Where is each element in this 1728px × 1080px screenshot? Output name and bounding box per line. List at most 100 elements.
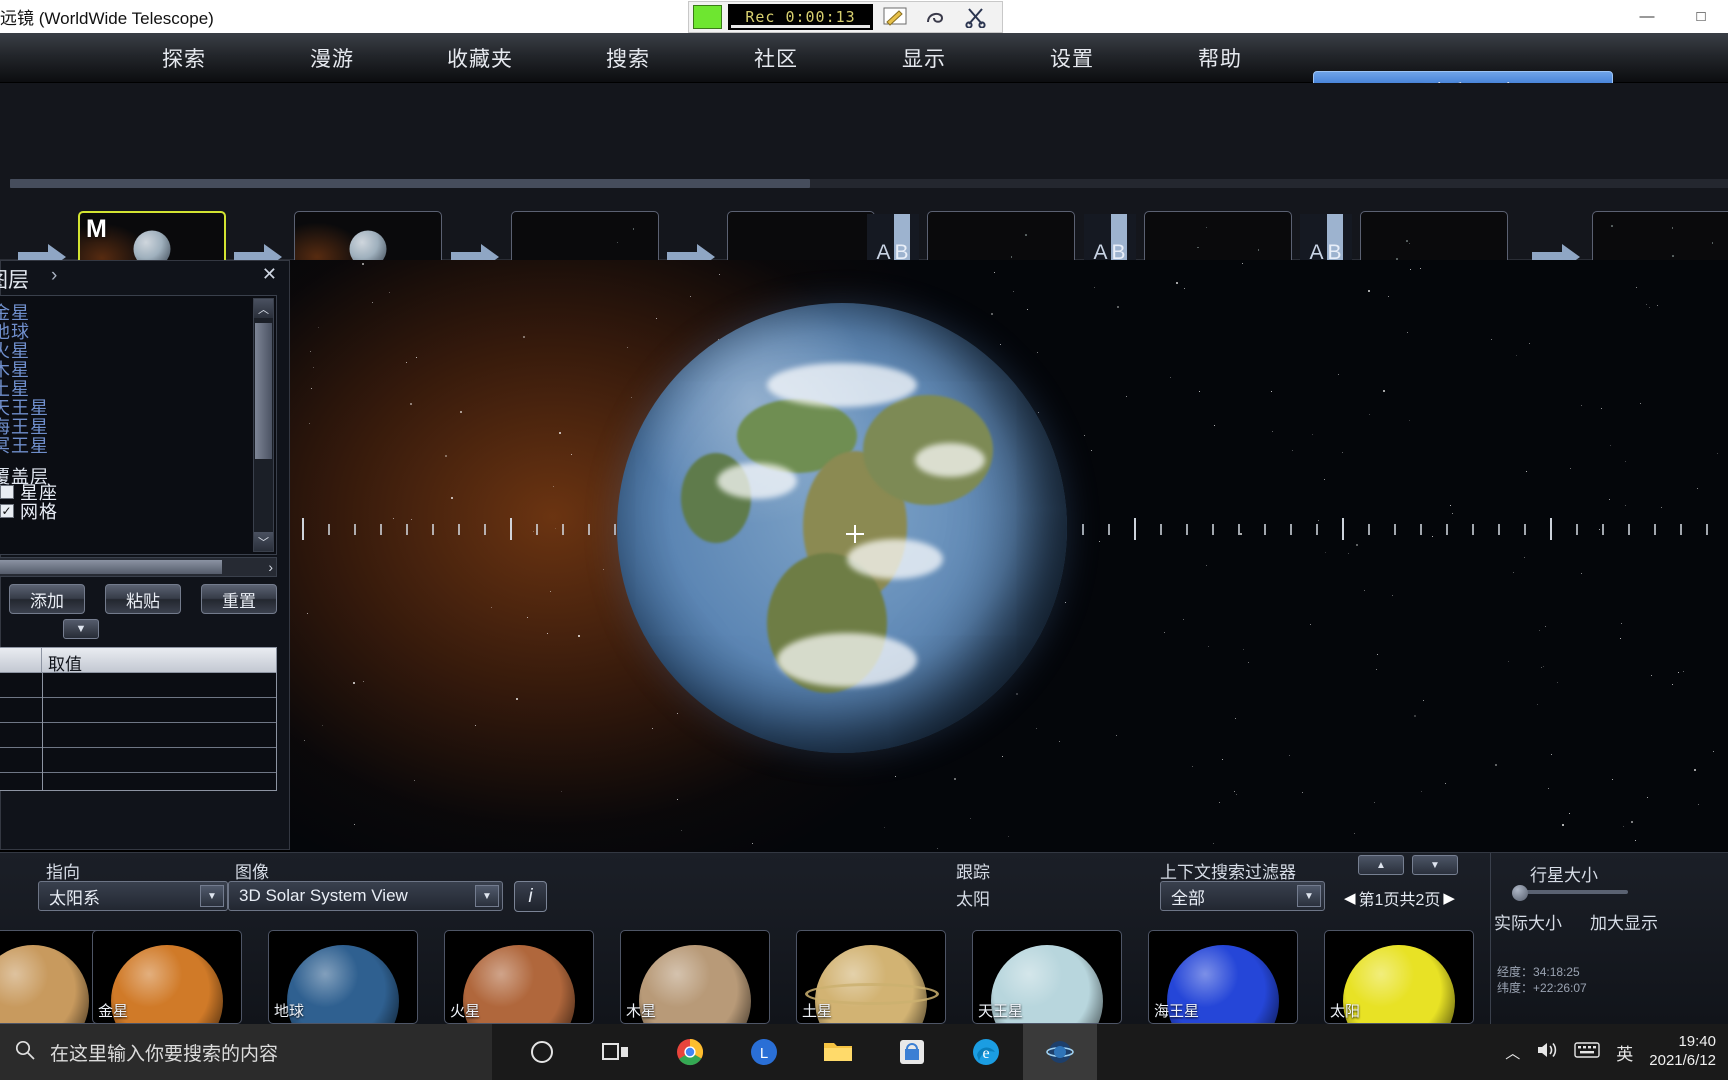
planet-body [0, 945, 89, 1024]
volume-icon[interactable] [1536, 1040, 1558, 1064]
scroll-up-icon[interactable]: ︿ [254, 299, 273, 318]
layer-tree-item[interactable]: 冥王星 [0, 432, 222, 451]
taskbar-search[interactable]: 在这里输入你要搜索的内容 [0, 1024, 492, 1080]
menu-explore[interactable]: 探索 [110, 33, 258, 83]
layer-tree-item[interactable]: 木星 [0, 356, 222, 375]
pointing-select[interactable]: 太阳系 ▼ [38, 881, 228, 911]
layer-tree-item[interactable]: 金星 [0, 299, 222, 318]
layers-dropdown-toggle[interactable]: ▼ [63, 619, 99, 639]
property-grid-divider [42, 673, 43, 790]
pager-prev-icon[interactable]: ◀ [1344, 889, 1356, 907]
image-select[interactable]: 3D Solar System View ▼ [228, 881, 503, 911]
context-filter-select[interactable]: 全部 ▼ [1160, 881, 1325, 911]
ime-indicator[interactable]: 英 [1616, 1040, 1633, 1065]
planet-thumbnail[interactable]: 海王星 [1148, 930, 1298, 1024]
checkbox-icon[interactable]: ✓ [0, 504, 14, 518]
minimize-button[interactable]: — [1620, 0, 1674, 33]
planet-size-slider-knob[interactable] [1512, 885, 1528, 901]
layer-tree-item[interactable]: 土星 [0, 375, 222, 394]
maximize-button[interactable]: □ [1674, 0, 1728, 33]
cortana-icon[interactable] [505, 1024, 579, 1080]
storyboard-scroll-thumb[interactable] [10, 179, 810, 188]
chrome-icon[interactable] [653, 1024, 727, 1080]
menu-favorites[interactable]: 收藏夹 [406, 33, 554, 83]
edge-icon[interactable]: e [949, 1024, 1023, 1080]
layers-tree-scroll-thumb[interactable] [255, 323, 272, 459]
taskbar-date: 2021/6/12 [1649, 1052, 1716, 1071]
planet-thumbnail[interactable]: 太阳 [1324, 930, 1474, 1024]
file-explorer-icon[interactable] [801, 1024, 875, 1080]
paste-button[interactable]: 粘贴 [105, 584, 181, 614]
scissors-icon[interactable] [959, 3, 993, 31]
undo-icon[interactable] [919, 3, 953, 31]
tray-chevron-up-icon[interactable]: ︿ [1505, 1042, 1520, 1063]
planet-thumbnail[interactable]: 火星 [444, 930, 594, 1024]
tracking-value: 太阳 [956, 885, 990, 910]
close-icon[interactable]: ✕ [262, 264, 277, 285]
layer-tree-item[interactable]: 火星 [0, 337, 222, 356]
scroll-right-icon[interactable]: › [268, 559, 273, 575]
chevron-right-icon[interactable]: › [51, 265, 57, 287]
pager[interactable]: ◀ 第1页共2页 ▶ [1344, 886, 1455, 910]
layer-checkbox-item[interactable]: ✓ 网格 [0, 501, 222, 520]
add-button[interactable]: 添加 [9, 584, 85, 614]
wwt-icon[interactable] [1023, 1024, 1097, 1080]
pager-next-icon[interactable]: ▶ [1443, 889, 1455, 907]
planet-thumbnail[interactable]: 地球 [268, 930, 418, 1024]
scroll-down-icon[interactable]: ﹀ [254, 532, 273, 551]
chevron-down-icon[interactable]: ▼ [475, 885, 499, 907]
property-grid-header: 取值 [0, 647, 277, 673]
planet-thumbnail[interactable]: 木星 [620, 930, 770, 1024]
planet-thumbnail[interactable]: 天王星 [972, 930, 1122, 1024]
layers-tree-hscroll-thumb[interactable] [0, 560, 222, 574]
storyboard-panel: M片头0:01.00:03.0月食10:06.0月食1停顿0:08.0AB月食2… [0, 83, 1728, 260]
earth-globe[interactable] [617, 303, 1067, 753]
pointing-value: 太阳系 [49, 884, 100, 909]
store-icon[interactable] [875, 1024, 949, 1080]
layer-tree-item[interactable]: 天王星 [0, 394, 222, 413]
lens-app-icon[interactable]: L [727, 1024, 801, 1080]
checkbox-icon[interactable] [0, 485, 14, 499]
scroll-down-button[interactable]: ▼ [1412, 855, 1458, 875]
recording-level-bar [731, 25, 870, 28]
planet-thumbnail[interactable]: 土星 [796, 930, 946, 1024]
info-icon[interactable]: i [514, 881, 547, 912]
window-controls[interactable]: — □ [1620, 0, 1728, 33]
layers-tree[interactable]: 金星地球火星木星土星天王星海王星冥王星覆盖层星座✓网格 ︿ ﹀ [0, 295, 277, 555]
layers-tree-vscrollbar[interactable]: ︿ ﹀ [253, 298, 274, 552]
chevron-down-icon[interactable]: ▼ [200, 885, 224, 907]
layer-tree-item[interactable]: 地球 [0, 318, 222, 337]
layers-tree-hscrollbar[interactable]: › [0, 557, 277, 577]
property-grid-body[interactable] [0, 673, 277, 791]
planet-name: 土星 [802, 1000, 832, 1021]
chevron-down-icon[interactable]: ▼ [1297, 885, 1321, 907]
task-view-icon[interactable] [579, 1024, 653, 1080]
menu-settings[interactable]: 设置 [998, 33, 1146, 83]
planet-size-slider[interactable] [1512, 885, 1628, 899]
search-placeholder: 在这里输入你要搜索的内容 [50, 1039, 278, 1066]
screen-recorder-toolbar[interactable]: Rec 0:00:13 [688, 1, 1003, 33]
planet-thumbnail[interactable]: 金星 [92, 930, 242, 1024]
menu-community[interactable]: 社区 [702, 33, 850, 83]
sky-view-canvas[interactable] [290, 260, 1728, 852]
layer-tree-item[interactable]: 海王星 [0, 413, 222, 432]
main-menu-bar: 探索 漫游 收藏夹 搜索 社区 显示 设置 帮助 日食和月食 ✕ [0, 33, 1728, 83]
layer-label: 冥王星 [0, 436, 49, 456]
keyboard-icon[interactable] [1574, 1041, 1600, 1063]
view-crosshair [846, 525, 864, 543]
recording-timer-text: Rec 0:00:13 [745, 8, 855, 26]
edit-pen-icon[interactable] [879, 3, 913, 31]
menu-tour[interactable]: 漫游 [258, 33, 406, 83]
reset-button[interactable]: 重置 [201, 584, 277, 614]
record-indicator[interactable] [693, 5, 722, 29]
storyboard-scrollbar[interactable] [10, 179, 1728, 188]
pointing-label: 指向 [46, 858, 80, 883]
menu-help[interactable]: 帮助 [1146, 33, 1294, 83]
scroll-up-button[interactable]: ▲ [1358, 855, 1404, 875]
menu-view[interactable]: 显示 [850, 33, 998, 83]
planet-name: 太阳 [1330, 1000, 1360, 1021]
planet-name: 地球 [274, 1000, 304, 1021]
menu-search[interactable]: 搜索 [554, 33, 702, 83]
planet-thumbnail-row[interactable]: 水星金星地球火星木星土星天王星海王星太阳 [0, 930, 1728, 1026]
taskbar-clock[interactable]: 19:40 2021/6/12 [1649, 1033, 1716, 1071]
